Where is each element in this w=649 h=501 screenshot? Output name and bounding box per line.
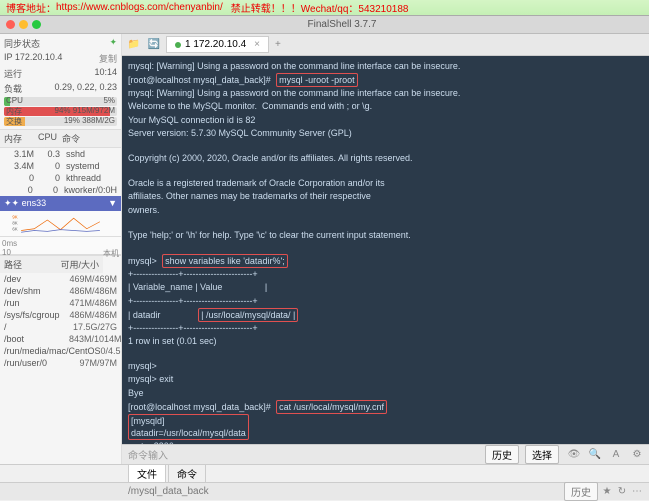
svg-text:8K: 8K [12,220,17,225]
refresh-icon[interactable]: ↻ [616,486,628,498]
window-title: FinalShell 3.7.7 [41,19,643,30]
filesystem-panel: 路径可用/大小 /dev469M/469M /dev/shm486M/486M … [0,255,121,369]
path-history-button[interactable]: 历史 [564,482,598,501]
tab-cmd[interactable]: 命令 [168,464,206,483]
chevron-down-icon: ▼ [108,198,117,208]
swap-bar: 交换19% 388M/2G [4,117,117,126]
traffic-lights [6,20,41,29]
tab-label: 1 172.20.10.4 [185,39,246,50]
svg-text:6K: 6K [12,227,17,232]
status-dot-icon [175,42,181,48]
history-button[interactable]: 历史 [485,445,519,464]
ip-label: IP 172.20.10.4 [4,52,62,65]
zoom-icon[interactable] [32,20,41,29]
net-interface[interactable]: ✦✦ ens33▼ [0,196,121,211]
fs-row[interactable]: /boot843M/1014M [0,333,121,345]
process-list: 3.1M0.3sshd 3.4M0systemd 00kthreadd 00kw… [0,148,121,196]
settings-icon[interactable]: ⚙ [631,449,643,461]
path-bar: /mysql_data_back 历史 ★ ↻ ⋯ [0,482,649,500]
sidebar: 同步状态✦ IP 172.20.10.4复制 运行10:14 负载0.29, 0… [0,34,122,464]
blog-label: 博客地址： [6,0,56,15]
blog-link[interactable]: https://www.cnblogs.com/chenyanbin/ [56,2,223,13]
add-tab-button[interactable]: + [269,37,287,52]
cpu-bar: CPU5% [4,97,117,106]
load-value: 0.29, 0.22, 0.23 [54,82,117,95]
fs-row[interactable]: /dev469M/469M [0,273,121,285]
folder-icon[interactable]: 📁 [126,37,142,53]
bookmark-icon[interactable]: ★ [601,486,613,498]
highlight-sql: show variables like 'datadir%'; [162,254,288,268]
search-icon[interactable]: 🔍 [589,449,601,461]
session-tab[interactable]: 1 172.20.10.4 × [166,36,269,53]
sub-tabs: 文件 命令 [0,464,649,482]
process-row[interactable]: 00kworker/0:0H [0,184,121,196]
fs-row[interactable]: /run/user/097M/97M [0,357,121,369]
minimize-icon[interactable] [19,20,28,29]
sync-icon[interactable]: 🔄 [146,37,162,53]
highlight-cat: cat /usr/local/mysql/my.cnf [276,400,387,414]
process-row[interactable]: 00kthreadd [0,172,121,184]
banner-warning: 禁止转载！！！Wechat/qq：543210188 [231,0,409,15]
process-row[interactable]: 3.4M0systemd [0,160,121,172]
font-icon[interactable]: A [610,449,622,461]
latency-chart: 0ms 10本机 [0,237,121,255]
net-chart: 9K 8K 6K [0,211,121,237]
fs-row[interactable]: /run471M/486M [0,297,121,309]
terminal[interactable]: mysql: [Warning] Using a password on the… [122,56,649,444]
more-icon[interactable]: ⋯ [631,486,643,498]
sync-status-label: 同步状态 [4,37,40,50]
mem-bar: 内存94% 915M/972M [4,107,117,116]
window-titlebar: FinalShell 3.7.7 [0,16,649,34]
load-label: 负载 [4,82,22,95]
highlight-section: [mysqld] datadir=/usr/local/mysql/data [128,414,249,440]
tab-file[interactable]: 文件 [128,464,166,483]
tab-bar: 📁 🔄 1 172.20.10.4 × + [122,34,649,56]
highlight-cmd: mysql -uroot -proot [276,73,358,87]
close-tab-icon[interactable]: × [254,39,260,50]
svg-text:9K: 9K [12,214,17,219]
close-icon[interactable] [6,20,15,29]
command-input-bar: 命令输入 历史 选择 👁 🔍 A ⚙ [122,444,649,464]
uptime-value: 10:14 [94,67,117,80]
process-header: 内存 CPU 命令 [0,129,121,148]
command-input[interactable]: 命令输入 [128,447,479,462]
eye-icon[interactable]: 👁 [568,449,580,461]
highlight-datadir: | /usr/local/mysql/data/ | [198,308,298,322]
process-row[interactable]: 3.1M0.3sshd [0,148,121,160]
select-button[interactable]: 选择 [525,445,559,464]
current-path[interactable]: /mysql_data_back [128,486,564,497]
fs-row[interactable]: /17.5G/27G [0,321,121,333]
uptime-label: 运行 [4,67,22,80]
fs-row[interactable]: /dev/shm486M/486M [0,285,121,297]
fs-row[interactable]: /run/media/mac/CentOS0/4.5G [0,345,121,357]
blog-banner: 博客地址： https://www.cnblogs.com/chenyanbin… [0,0,649,16]
fs-row[interactable]: /sys/fs/cgroup486M/486M [0,309,121,321]
copy-button[interactable]: 复制 [99,52,117,65]
